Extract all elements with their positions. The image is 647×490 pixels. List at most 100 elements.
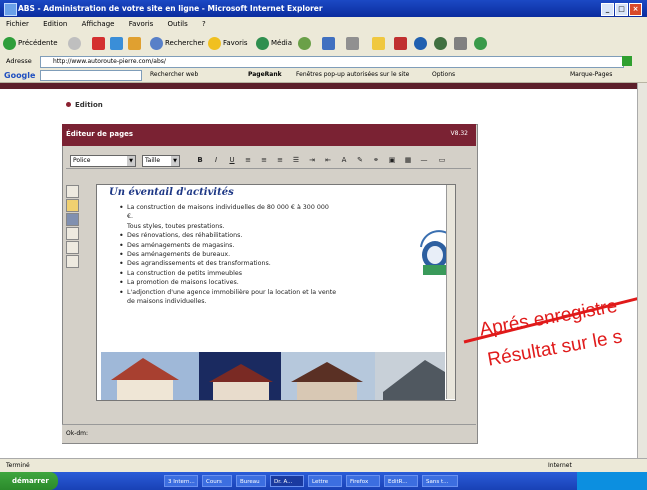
highlight-icon[interactable]: ✎ [356, 156, 364, 164]
forward-button[interactable] [68, 35, 83, 51]
home-icon [128, 36, 141, 50]
maximize-button[interactable]: □ [615, 3, 628, 16]
bookmarks-button[interactable]: Marque-Pages [570, 68, 612, 82]
indent-icon[interactable]: ⇥ [308, 156, 316, 164]
windows-taskbar: démarrer 3 Intern... Cours Bureau Dr. A.… [0, 472, 647, 490]
document-title: Un éventail d'activités [109, 187, 234, 198]
media-button[interactable]: Média [256, 35, 292, 51]
horizontal-rule-icon[interactable]: — [420, 156, 428, 164]
save-icon[interactable] [66, 213, 79, 226]
system-tray [577, 472, 647, 490]
messenger-icon [394, 36, 407, 50]
address-label: Adresse [6, 57, 32, 65]
messenger-button[interactable] [394, 35, 409, 51]
browser-scrollbar[interactable] [637, 83, 647, 458]
task-button[interactable]: Firefox [346, 475, 380, 487]
window-title: ABS - Administration de votre site en li… [18, 4, 323, 13]
list-item: Des aménagements de magasins. [119, 241, 389, 251]
address-input[interactable]: http://www.autoroute-pierre.com/abs/ [40, 56, 624, 68]
home-button[interactable] [128, 35, 143, 51]
google-search-input[interactable] [40, 70, 142, 81]
back-arrow-icon [3, 36, 16, 50]
paste-icon[interactable] [66, 255, 79, 268]
open-folder-icon[interactable] [66, 199, 79, 212]
google-toolbar: Google Rechercher web PageRank Fenêtres … [0, 68, 647, 83]
google-options-button[interactable]: Options [432, 68, 455, 82]
minimize-button[interactable]: _ [601, 3, 614, 16]
task-button[interactable]: Bureau [236, 475, 266, 487]
search-button[interactable]: Rechercher [150, 35, 205, 51]
folder-button[interactable] [372, 35, 387, 51]
list-icon[interactable]: ☰ [292, 156, 300, 164]
task-button[interactable]: Sans t... [422, 475, 458, 487]
align-right-icon[interactable]: ≡ [276, 156, 284, 164]
google-logo[interactable]: Google [4, 69, 35, 82]
bold-icon[interactable]: B [196, 156, 204, 164]
menu-file[interactable]: Fichier [6, 20, 29, 28]
align-center-icon[interactable]: ≡ [260, 156, 268, 164]
chevron-down-icon: ▼ [171, 156, 179, 166]
history-button[interactable] [298, 35, 313, 51]
fullscreen-icon[interactable]: ▭ [438, 156, 446, 164]
menu-favorites[interactable]: Favoris [129, 20, 154, 28]
underline-icon[interactable]: U [228, 156, 236, 164]
new-page-icon[interactable] [66, 185, 79, 198]
mail-button[interactable] [322, 35, 337, 51]
text-color-icon[interactable]: A [340, 156, 348, 164]
italic-icon[interactable]: I [212, 156, 220, 164]
image-icon[interactable]: ▣ [388, 156, 396, 164]
close-button[interactable]: × [629, 3, 642, 16]
list-item: Tous styles, toutes prestations. [127, 222, 225, 230]
print-button[interactable] [346, 35, 361, 51]
discuss-icon [434, 36, 447, 50]
outdent-icon[interactable]: ⇤ [324, 156, 332, 164]
research-button[interactable] [454, 35, 469, 51]
window-title-bar: ABS - Administration de votre site en li… [0, 0, 647, 17]
extra-button[interactable] [474, 35, 489, 51]
editor-version: V8.32 [450, 130, 468, 137]
menu-view[interactable]: Affichage [82, 20, 115, 28]
document-scrollbar[interactable] [446, 185, 455, 399]
table-icon[interactable]: ▦ [404, 156, 412, 164]
font-select[interactable]: Police ▼ [70, 155, 136, 167]
editor-status-bar: Ok-dm: [62, 424, 476, 443]
list-item: La promotion de maisons locatives. [119, 278, 389, 288]
print-icon [346, 36, 359, 50]
task-button[interactable]: 3 Intern... [164, 475, 198, 487]
discuss-button[interactable] [434, 35, 449, 51]
zone-indicator: Internet [548, 462, 572, 469]
list-item: Des aménagements de bureaux. [119, 250, 389, 260]
refresh-button[interactable] [110, 35, 125, 51]
copy-icon[interactable] [66, 241, 79, 254]
chevron-down-icon: ▼ [127, 156, 135, 166]
extra-icon [474, 36, 487, 50]
stop-button[interactable] [92, 35, 107, 51]
houses-photo-strip [101, 352, 445, 400]
task-button[interactable]: Lettre [308, 475, 342, 487]
start-button[interactable]: démarrer [0, 472, 58, 490]
link-icon[interactable]: ⚭ [372, 156, 380, 164]
favorites-button[interactable]: Favoris [208, 35, 248, 51]
task-button[interactable]: EditR... [384, 475, 418, 487]
popup-blocker[interactable]: Fenêtres pop-up autorisées sur le site [296, 68, 409, 82]
cut-icon[interactable] [66, 227, 79, 240]
pagerank-indicator[interactable]: PageRank [248, 68, 282, 82]
menu-tools[interactable]: Outils [168, 20, 188, 28]
browser-status-bar: Terminé Internet [0, 458, 647, 473]
task-button[interactable]: Cours [202, 475, 232, 487]
edition-label[interactable]: Edition [75, 101, 103, 109]
search-web-button[interactable]: Rechercher web [150, 68, 198, 82]
task-button[interactable]: Dr. A... [270, 475, 304, 487]
editor-header: Éditeur de pages V8.32 [62, 124, 476, 146]
folder-icon [372, 36, 385, 50]
go-icon[interactable] [622, 56, 632, 66]
site-header-strip [0, 83, 647, 89]
size-select[interactable]: Taille ▼ [142, 155, 180, 167]
back-button[interactable]: Précédente [3, 35, 58, 51]
side-toolbar [66, 185, 80, 275]
tool-button[interactable] [414, 35, 429, 51]
menu-edit[interactable]: Edition [43, 20, 67, 28]
list-item: de maisons individuelles. [127, 298, 207, 306]
menu-help[interactable]: ? [202, 20, 206, 28]
align-left-icon[interactable]: ≡ [244, 156, 252, 164]
